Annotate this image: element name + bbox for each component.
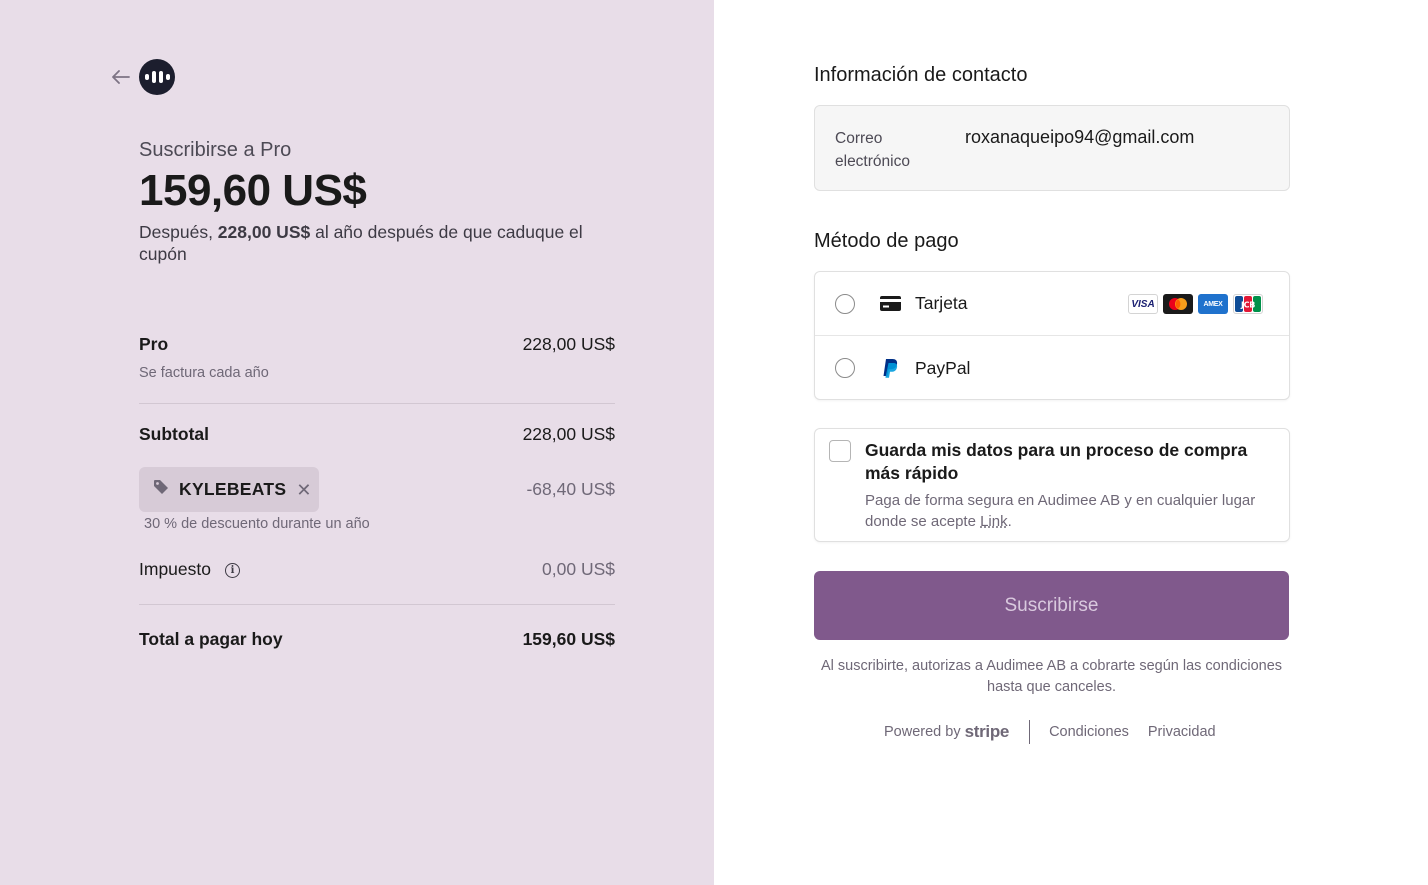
email-value: roxanaqueipo94@gmail.com: [965, 127, 1195, 147]
payment-option-paypal[interactable]: PayPal: [815, 336, 1289, 400]
paypal-radio[interactable]: [835, 358, 855, 378]
terms-text: Al suscribirte, autorizas a Audimee AB a…: [820, 658, 1283, 695]
paypal-icon: [879, 357, 901, 379]
total-label: Total a pagar hoy: [139, 629, 283, 649]
card-label: Tarjeta: [915, 293, 968, 313]
price-today: 159,60 US$: [139, 166, 367, 215]
footer: Powered by stripe Condiciones Privacidad: [884, 718, 1235, 746]
coupon-discount-row: -68,40 US$: [139, 479, 615, 500]
jcb-icon: JCB: [1233, 294, 1263, 314]
card-radio[interactable]: [835, 293, 855, 314]
audimee-logo: [139, 59, 175, 95]
payment-method-title: Método de pago: [814, 230, 959, 252]
line-item-amount: 228,00 US$: [522, 334, 615, 354]
coupon-discount: -68,40 US$: [526, 479, 615, 499]
amex-icon: AMEX: [1198, 294, 1228, 314]
powered-by-stripe[interactable]: Powered by stripe: [884, 722, 1009, 742]
line-item-pro: Pro 228,00 US$: [139, 334, 615, 355]
product-title: Suscribirse a Pro: [139, 139, 292, 161]
save-info-checkbox[interactable]: [829, 440, 851, 462]
tax-label-wrap: Impuesto i: [139, 559, 240, 580]
terms-link[interactable]: Condiciones: [1049, 724, 1129, 740]
save-info-box: Guarda mis datos para un proceso de comp…: [814, 428, 1290, 542]
link-word[interactable]: Link: [980, 513, 1008, 530]
subtotal-value: 228,00 US$: [522, 424, 615, 444]
order-summary-panel: Suscribirse a Pro 159,60 US$ Después, 22…: [0, 0, 714, 885]
footer-divider: [1029, 720, 1031, 744]
save-info-desc: Paga de forma segura en Audimee AB y en …: [865, 492, 1256, 530]
divider: [139, 604, 615, 605]
stripe-logo: stripe: [964, 722, 1010, 741]
save-info-title: Guarda mis datos para un proceso de comp…: [865, 440, 1248, 483]
line-item-note: Se factura cada año: [139, 365, 269, 381]
privacy-link[interactable]: Privacidad: [1148, 724, 1216, 740]
payment-method-list: Tarjeta VISA AMEX JCB PayPal: [814, 271, 1290, 400]
back-arrow-icon[interactable]: [110, 66, 132, 88]
subscribe-button[interactable]: Suscribirse: [814, 571, 1289, 640]
subtotal-row: Subtotal 228,00 US$: [139, 424, 615, 445]
visa-icon: VISA: [1128, 294, 1158, 314]
divider: [139, 403, 615, 404]
tax-value: 0,00 US$: [542, 559, 615, 579]
paypal-label: PayPal: [915, 357, 971, 378]
mastercard-icon: [1163, 294, 1193, 314]
powered-by-label: Powered by: [884, 724, 961, 740]
tax-label: Impuesto: [139, 559, 211, 579]
line-item-name: Pro: [139, 334, 169, 354]
coupon-note: 30 % de descuento durante un año: [144, 516, 370, 532]
jcb-text: JCB: [1240, 301, 1255, 310]
card-brands: VISA AMEX JCB: [1128, 294, 1263, 314]
info-icon[interactable]: i: [224, 562, 240, 578]
contact-title: Información de contacto: [814, 64, 1028, 86]
after-coupon-amount: 228,00 US$: [217, 222, 311, 242]
after-coupon-text: Después, 228,00 US$ al año después de qu…: [139, 222, 583, 264]
total-value: 159,60 US$: [522, 629, 615, 649]
subscribe-label: Suscribirse: [1004, 594, 1099, 616]
tax-row: Impuesto i 0,00 US$: [139, 559, 615, 580]
contact-info-box: Correo electrónico roxanaqueipo94@gmail.…: [814, 105, 1290, 191]
email-label: Correo electrónico: [835, 130, 910, 170]
card-icon: [879, 293, 901, 315]
total-row: Total a pagar hoy 159,60 US$: [139, 629, 615, 650]
payment-option-card[interactable]: Tarjeta VISA AMEX JCB: [815, 272, 1289, 336]
subtotal-label: Subtotal: [139, 424, 209, 444]
